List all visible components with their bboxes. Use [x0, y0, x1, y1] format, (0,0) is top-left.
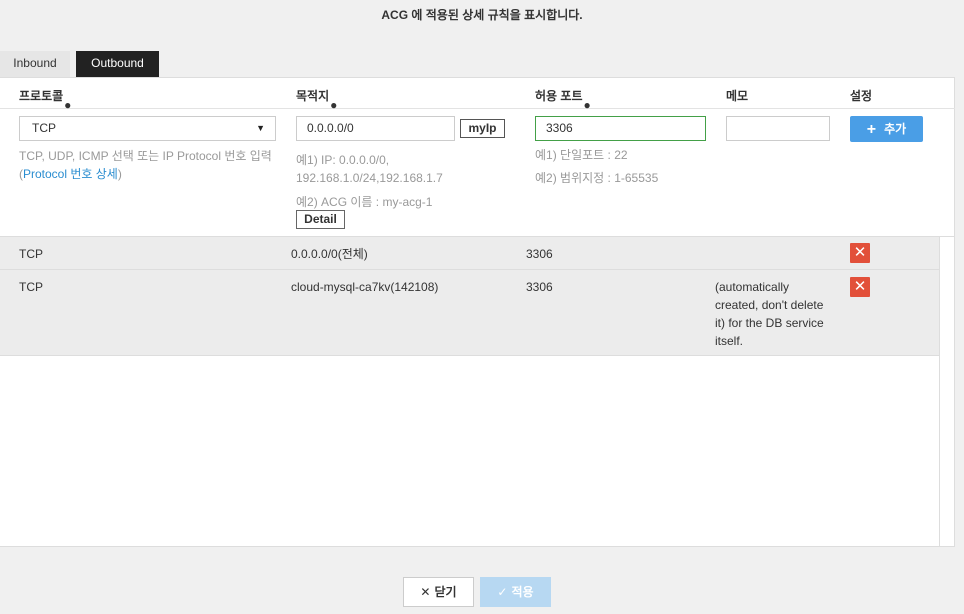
add-button[interactable]: + 추가	[850, 116, 923, 142]
header-settings: 설정	[850, 89, 873, 103]
header-protocol-label: 프로토콜	[19, 89, 64, 103]
close-button-label: 닫기	[434, 585, 457, 599]
header-destination: 목적지●	[296, 87, 337, 112]
header-memo: 메모	[726, 89, 749, 103]
tab-inbound[interactable]: Inbound	[0, 51, 70, 77]
memo-line: it) for the DB service	[715, 316, 824, 330]
port-hint-line: 예2) 범위지정 : 1-65535	[535, 171, 659, 185]
protocol-hint-link-line: (Protocol 번호 상세)	[19, 165, 279, 183]
protocol-select[interactable]: TCP ▼	[19, 116, 276, 141]
header-destination-label: 목적지	[296, 89, 330, 103]
close-button[interactable]: ✕ 닫기	[403, 577, 474, 607]
port-input[interactable]: 3306	[535, 116, 706, 141]
protocol-number-link[interactable]: Protocol 번호 상세	[23, 167, 118, 181]
protocol-select-value: TCP	[32, 121, 56, 135]
rule-destination: 0.0.0.0/0(전체)	[291, 247, 368, 261]
paren-close: )	[117, 167, 122, 181]
table-row: TCP cloud-mysql-ca7kv(142108) 3306 (auto…	[0, 270, 939, 356]
header-protocol: 프로토콜●	[19, 87, 71, 112]
rule-memo: (automatically created, don't delete it)…	[715, 278, 840, 350]
close-icon: ✕	[853, 278, 867, 295]
x-icon: ✕	[420, 585, 431, 599]
add-rule-form: TCP ▼ TCP, UDP, ICMP 선택 또는 IP Protocol 번…	[0, 109, 955, 237]
protocol-hint-text: TCP, UDP, ICMP 선택 또는 IP Protocol 번호 입력	[19, 149, 272, 163]
delete-rule-button[interactable]: ✕	[850, 277, 870, 297]
rules-panel: 프로토콜● 목적지● 허용 포트● 메모 설정 TCP ▼ TCP, UDP, …	[0, 77, 955, 547]
plus-icon: +	[866, 121, 877, 138]
destination-input[interactable]: 0.0.0.0/0	[296, 116, 455, 141]
destination-hint-line: 예1) IP: 0.0.0.0/0,	[296, 153, 390, 167]
memo-line: itself.	[715, 334, 744, 348]
port-hint-line: 예1) 단일포트 : 22	[535, 148, 628, 162]
destination-hint-line: 192.168.1.0/24,192.168.1.7	[296, 171, 443, 185]
delete-rule-button[interactable]: ✕	[850, 243, 870, 263]
rule-port: 3306	[526, 247, 553, 261]
table-header: 프로토콜● 목적지● 허용 포트● 메모 설정	[0, 78, 955, 112]
protocol-hint: TCP, UDP, ICMP 선택 또는 IP Protocol 번호 입력 (…	[19, 147, 279, 183]
detail-button[interactable]: Detail	[296, 210, 345, 229]
myip-button[interactable]: myIp	[460, 119, 505, 138]
add-button-label: 추가	[884, 122, 907, 136]
destination-hint-line: 예2) ACG 이름 : my-acg-1	[296, 195, 433, 209]
rule-port: 3306	[526, 280, 553, 294]
apply-button-label: 적용	[511, 585, 534, 599]
apply-button[interactable]: ✓ 적용	[480, 577, 551, 607]
memo-input[interactable]	[726, 116, 830, 141]
header-port: 허용 포트●	[535, 87, 591, 112]
tab-outbound[interactable]: Outbound	[76, 51, 159, 77]
memo-line: (automatically	[715, 280, 790, 294]
rule-destination: cloud-mysql-ca7kv(142108)	[291, 280, 439, 294]
port-hint: 예1) 단일포트 : 22 예2) 범위지정 : 1-65535	[535, 146, 715, 187]
close-icon: ✕	[853, 244, 867, 261]
check-icon: ✓	[497, 585, 508, 599]
memo-line: created, don't delete	[715, 298, 824, 312]
table-row: TCP 0.0.0.0/0(전체) 3306 ✕	[0, 237, 939, 270]
rule-protocol: TCP	[19, 247, 43, 261]
header-port-label: 허용 포트	[535, 89, 583, 103]
page-description: ACG 에 적용된 상세 규칙을 표시합니다.	[381, 8, 583, 22]
rules-list: TCP 0.0.0.0/0(전체) 3306 ✕ TCP cloud-mysql…	[0, 237, 940, 547]
destination-hint: 예1) IP: 0.0.0.0/0, 192.168.1.0/24,192.16…	[296, 151, 526, 211]
rule-protocol: TCP	[19, 280, 43, 294]
caret-down-icon: ▼	[256, 123, 265, 133]
